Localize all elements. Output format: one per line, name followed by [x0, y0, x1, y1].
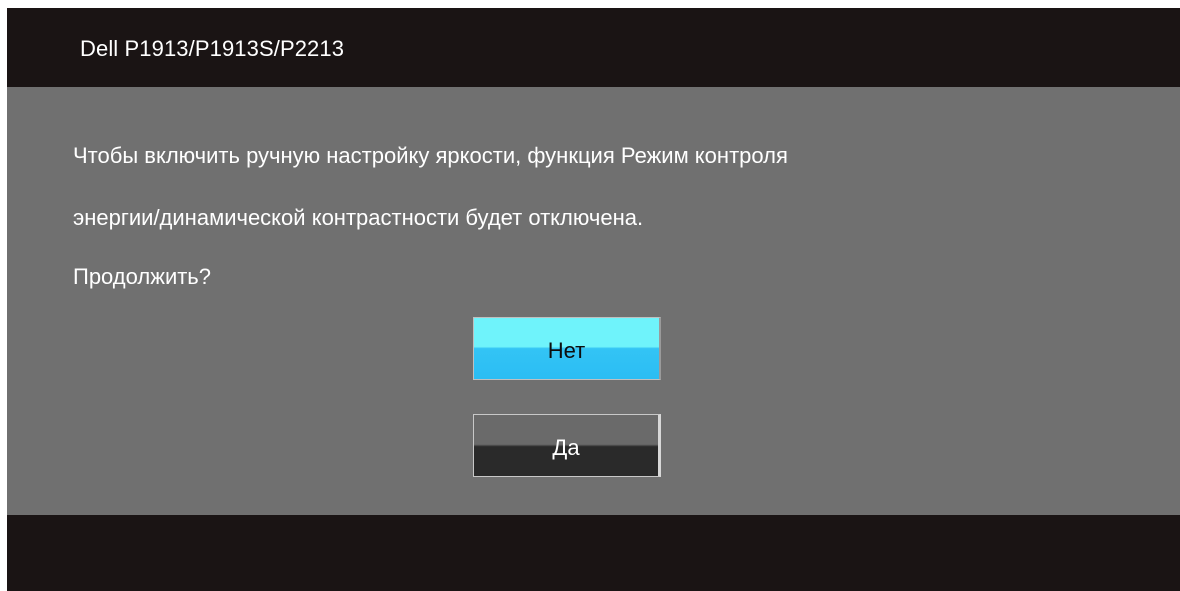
- no-button-label: Нет: [547, 338, 586, 363]
- footer-bar: [7, 515, 1180, 591]
- monitor-model-title: Dell P1913/P1913S/P2213: [80, 36, 345, 61]
- yes-button[interactable]: Да: [473, 414, 661, 477]
- no-button[interactable]: Нет: [473, 317, 661, 380]
- osd-dialog: Dell P1913/P1913S/P2213 Чтобы включить р…: [7, 8, 1180, 591]
- message-line-1: Чтобы включить ручную настройку яркости,…: [73, 143, 788, 168]
- yes-button-label: Да: [552, 435, 580, 460]
- dialog-body: Чтобы включить ручную настройку яркости,…: [7, 87, 1180, 515]
- continue-question: Продолжить?: [73, 264, 212, 289]
- message-line-2: энергии/динамической контрастности будет…: [73, 205, 644, 230]
- title-bar: Dell P1913/P1913S/P2213: [7, 8, 1180, 87]
